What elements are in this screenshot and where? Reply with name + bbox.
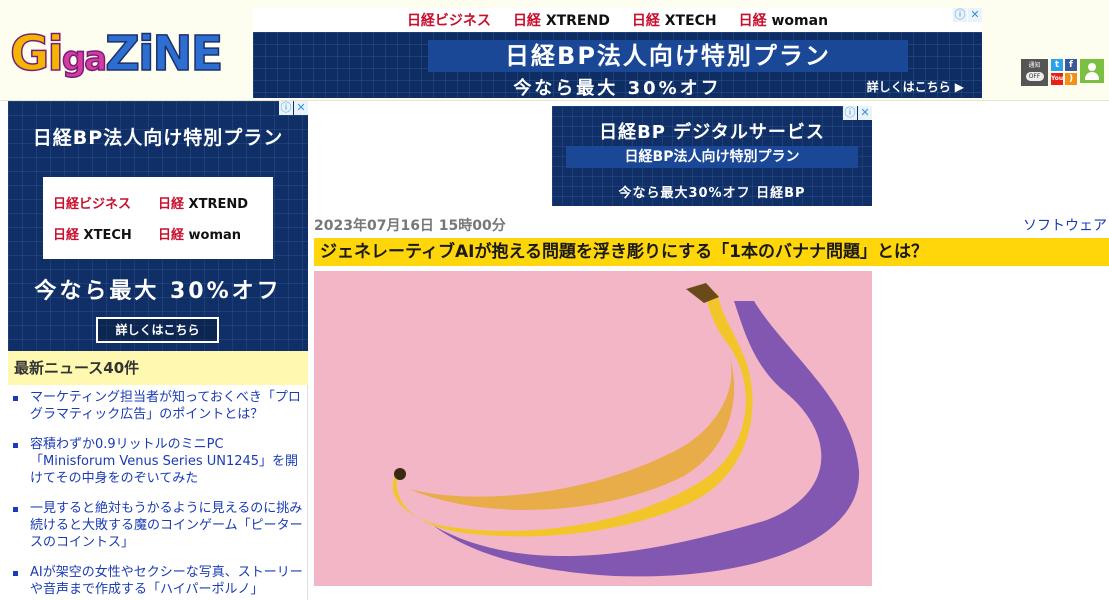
news-link[interactable]: 容積わずか0.9リットルのミニPC「Minisforum Venus Serie… xyxy=(8,436,308,487)
ad-info-icon[interactable]: ⓘ xyxy=(843,106,857,120)
sidebar-ad[interactable]: 日経BP法人向け特別プラン 日経ビジネス 日経 XTREND 日経 XTECH … xyxy=(8,101,308,351)
inline-ad-line-3: 今なら最大30%オフ 日経BP xyxy=(618,186,806,201)
left-sidebar: 日経BP法人向け特別プラン 日経ビジネス 日経 XTREND 日経 XTECH … xyxy=(8,101,308,600)
sidebar-ad-sale: 今なら最大 30%オフ xyxy=(34,279,282,304)
ad-close-icon[interactable]: ✕ xyxy=(968,8,982,22)
rss-icon[interactable]: ) xyxy=(1065,73,1077,85)
banana-illustration xyxy=(314,271,872,586)
banana-tip xyxy=(394,468,406,480)
ad-brand-woman: 日経 woman xyxy=(738,13,829,29)
inline-banner-ad[interactable]: 日経BP デジタルサービス 日経BP法人向け特別プラン 今なら最大30%オフ 日… xyxy=(552,106,872,206)
notification-off-badge: OFF xyxy=(1025,72,1044,81)
article-date: 2023年07月16日 15時00分 xyxy=(314,218,506,234)
ad-brand-bar: 日経ビジネス 日経 XTREND 日経 XTECH 日経 woman xyxy=(253,8,982,32)
sidebar-ad-brand-xtrend: 日経 XTREND xyxy=(158,197,248,212)
inline-ad-line-1: 日経BP デジタルサービス xyxy=(599,122,825,143)
ad-info-icon[interactable]: ⓘ xyxy=(279,101,293,115)
twitter-icon[interactable]: t xyxy=(1051,59,1063,71)
sidebar-ad-title: 日経BP法人向け特別プラン xyxy=(32,127,284,149)
social-links: 通知 OFF t f You ) xyxy=(1021,59,1104,86)
sidebar-ad-button[interactable]: 詳しくはこちら xyxy=(96,317,219,343)
news-link[interactable]: AIが架空の女性やセクシーな写真、ストーリーや音声まで作成する「ハイパーポルノ」 xyxy=(8,564,308,598)
article-category-link[interactable]: ソフトウェア xyxy=(1023,215,1107,235)
news-link[interactable]: マーケティング担当者が知っておくべき「プログラマティック広告」のポイントとは？ xyxy=(8,389,308,423)
ad-controls: ⓘ ✕ xyxy=(953,8,982,22)
latest-news-heading: 最新ニュース40件 xyxy=(8,351,308,385)
ad-brand-nikkei-business: 日経ビジネス xyxy=(406,13,491,29)
inline-ad-line-2: 日経BP法人向け特別プラン xyxy=(566,146,858,168)
latest-news-list: マーケティング担当者が知っておくべき「プログラマティック広告」のポイントとは？ … xyxy=(8,389,308,600)
youtube-icon[interactable]: You xyxy=(1051,73,1063,85)
sidebar-ad-brand-nikkei-business: 日経ビジネス xyxy=(53,197,132,212)
site-logo[interactable]: GigaZiNE xyxy=(9,29,224,79)
user-account-icon[interactable] xyxy=(1080,59,1104,83)
ad-close-icon[interactable]: ✕ xyxy=(858,106,872,120)
article-hero-image[interactable] xyxy=(314,271,872,586)
sidebar-ad-brand-xtech: 日経 XTECH xyxy=(53,228,132,243)
ad-info-icon[interactable]: ⓘ xyxy=(953,8,967,22)
notification-toggle[interactable]: 通知 OFF xyxy=(1021,59,1048,86)
top-banner-ad[interactable]: 日経ビジネス 日経 XTREND 日経 XTECH 日経 woman 日経BP法… xyxy=(253,8,982,98)
news-link[interactable]: 一見すると絶対もうかるように見えるのに挑み続けると大敗する魔のコインゲーム「ピー… xyxy=(8,500,308,551)
article-title[interactable]: ジェネレーティブAIが抱える問題を浮き彫りにする「1本のバナナ問題」とは？ xyxy=(314,238,1109,266)
social-icon-grid: t f You ) xyxy=(1051,59,1077,85)
ad-headline: 日経BP法人向け特別プラン xyxy=(428,40,908,72)
sidebar-ad-brand-box: 日経ビジネス 日経 XTREND 日経 XTECH 日経 woman xyxy=(43,177,273,259)
ad-controls: ⓘ ✕ xyxy=(843,106,872,120)
sidebar-ad-brand-woman: 日経 woman xyxy=(158,228,242,243)
ad-brand-xtech: 日経 XTECH xyxy=(631,13,717,29)
ad-controls: ⓘ ✕ xyxy=(279,101,308,115)
ad-close-icon[interactable]: ✕ xyxy=(294,101,308,115)
ad-cta-link[interactable]: 詳しくはこちら ▶ xyxy=(867,78,964,95)
facebook-icon[interactable]: f xyxy=(1065,59,1077,71)
site-header: GigaZiNE 日経ビジネス 日経 XTREND 日経 XTECH 日経 wo… xyxy=(0,0,1109,101)
ad-brand-xtrend: 日経 XTREND xyxy=(512,13,610,29)
